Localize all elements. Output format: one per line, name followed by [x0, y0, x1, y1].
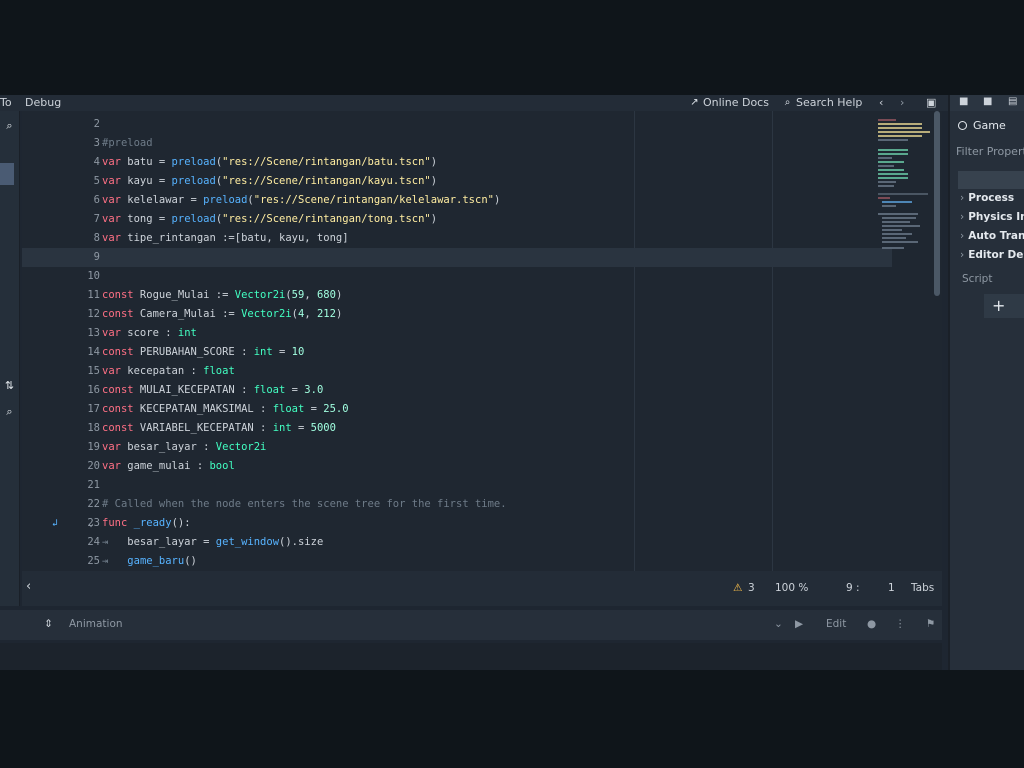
code-line-17[interactable]: 17 const KECEPATAN_MAKSIMAL : float = 25.… [22, 400, 892, 419]
nav-forward-icon[interactable]: › [900, 96, 904, 109]
onion-skin-icon[interactable]: ● [867, 618, 876, 630]
code-line-9-current[interactable]: 9 [22, 248, 892, 267]
code-line-8[interactable]: 8 var tipe_rintangan :=[batu, kayu, tong] [22, 229, 892, 248]
more-options-icon[interactable]: ⋮ [895, 618, 906, 630]
code-line-19[interactable]: 19 var besar_layar : Vector2i [22, 438, 892, 457]
inspected-node[interactable]: Game [958, 119, 1006, 132]
code-line-4[interactable]: 4 var batu = preload("res://Scene/rintang… [22, 153, 892, 172]
code-line-5[interactable]: 5 var kayu = preload("res://Scene/rintang… [22, 172, 892, 191]
filter-scripts-icon[interactable]: ⌕ [3, 119, 16, 132]
nav-back-icon[interactable]: ‹ [879, 96, 883, 109]
column-indicator: 1 [888, 582, 895, 594]
inspector-toolbar: ■ ■ ▤ [950, 95, 1024, 111]
letterbox-bottom [0, 670, 1024, 768]
code-line-3[interactable]: 3 #preload [22, 134, 892, 153]
warning-icon[interactable]: ⚠ [733, 582, 742, 594]
autoplay-icon[interactable]: ▶ [795, 618, 803, 630]
script-list-strip: ⌕ ⇅ ⌕ [0, 111, 20, 606]
code-line-14[interactable]: 14 const PERUBAHAN_SCORE : int = 10 [22, 343, 892, 362]
edit-animation-button[interactable]: Edit [826, 618, 846, 630]
animation-track-area [0, 643, 942, 670]
online-docs-label: Online Docs [703, 96, 769, 109]
code-line-15[interactable]: 15 var kecepatan : float [22, 362, 892, 381]
connected-signal-icon[interactable]: ↲ [52, 514, 58, 533]
code-line-13[interactable]: 13 var score : int [22, 324, 892, 343]
code-minimap[interactable] [874, 113, 936, 263]
code-line-20[interactable]: 20 var game_mulai : bool [22, 457, 892, 476]
dropdown-chevron-icon[interactable]: ⌄ [774, 618, 783, 630]
indent-mode[interactable]: Tabs [911, 582, 934, 594]
pin-icon[interactable]: ⚑ [926, 618, 935, 630]
external-link-icon: ↗ [690, 97, 699, 108]
script-property-label: Script [962, 273, 993, 285]
open-resource-icon[interactable]: ■ [983, 96, 992, 107]
code-line-2[interactable]: 2 [22, 115, 892, 134]
property-group-process[interactable]: › Process [960, 192, 1014, 204]
animation-selector-icon[interactable]: ⇕ [44, 618, 53, 630]
menu-item-to[interactable]: To [0, 96, 12, 109]
search-help-label: Search Help [796, 96, 863, 109]
code-line-12[interactable]: 12 const Camera_Mulai := Vector2i(4, 212) [22, 305, 892, 324]
code-line-24[interactable]: 24 ⇥ besar_layar = get_window().size [22, 533, 892, 552]
sort-icon[interactable]: ⇅ [3, 379, 16, 392]
float-window-icon[interactable]: ▣ [926, 96, 936, 109]
property-group-physics[interactable]: › Physics In [960, 211, 1024, 223]
animation-dropdown[interactable]: Animation [69, 618, 123, 630]
menu-item-debug[interactable]: Debug [25, 96, 61, 109]
code-line-21[interactable]: 21 [22, 476, 892, 495]
code-line-10[interactable]: 10 [22, 267, 892, 286]
godot-editor-window: To Debug ↗ Online Docs ⌕ Search Help ‹ ›… [0, 95, 1024, 670]
search-help-icon: ⌕ [784, 97, 791, 108]
fold-arrow-icon[interactable]: ⌄ [88, 514, 94, 533]
animation-panel-header: ⇕ Animation ⌄ ▶ Edit ● ⋮ ⚑ [0, 610, 942, 640]
code-line-23[interactable]: ↲ 23 ⌄ func _ready(): [22, 514, 892, 533]
line-indicator: 9 : [846, 582, 860, 594]
editor-status-bar: ‹ ⚠ 3 100 % 9 : 1 Tabs [22, 571, 942, 606]
selected-script-item[interactable] [0, 163, 14, 185]
code-line-6[interactable]: 6 var kelelawar = preload("res://Scene/ri… [22, 191, 892, 210]
letterbox-top [0, 0, 1024, 95]
code-line-22[interactable]: 22 # Called when the node enters the scen… [22, 495, 892, 514]
node-icon [958, 121, 967, 130]
property-group-editor-description[interactable]: › Editor Des [960, 249, 1024, 261]
code-line-11[interactable]: 11 const Rogue_Mulai := Vector2i(59, 680) [22, 286, 892, 305]
code-line-16[interactable]: 16 const MULAI_KECEPATAN : float = 3.0 [22, 381, 892, 400]
code-line-25[interactable]: 25 ⇥ game_baru() [22, 552, 892, 571]
new-resource-icon[interactable]: ■ [959, 96, 968, 107]
inspector-dock: ■ ■ ▤ Game Filter Properties ›Process ›P… [948, 95, 1024, 670]
inspected-node-name: Game [973, 119, 1006, 132]
online-docs-button[interactable]: ↗ Online Docs [689, 96, 769, 109]
filter-properties-input[interactable]: Filter Properties [956, 145, 1024, 158]
class-header-bar [958, 171, 1024, 189]
code-line-7[interactable]: 7 var tong = preload("res://Scene/rintang… [22, 210, 892, 229]
filter-methods-icon[interactable]: ⌕ [3, 405, 16, 418]
search-help-button[interactable]: ⌕ Search Help [782, 96, 863, 109]
warning-count[interactable]: 3 [748, 582, 755, 594]
save-resource-icon[interactable]: ▤ [1008, 96, 1017, 107]
add-script-button[interactable]: + [984, 294, 1024, 318]
code-line-18[interactable]: 18 const VARIABEL_KECEPATAN : int = 5000 [22, 419, 892, 438]
property-group-auto-translate[interactable]: ›Auto Trans [960, 230, 1024, 242]
code-editor[interactable]: 2 3 #preload 4 var batu = preload("res://S… [22, 111, 942, 571]
toggle-scripts-panel-icon[interactable]: ‹ [26, 579, 31, 594]
zoom-level[interactable]: 100 % [775, 582, 808, 594]
menu-bar: To Debug ↗ Online Docs ⌕ Search Help ‹ ›… [0, 95, 948, 111]
editor-vertical-scrollbar[interactable] [934, 111, 940, 296]
